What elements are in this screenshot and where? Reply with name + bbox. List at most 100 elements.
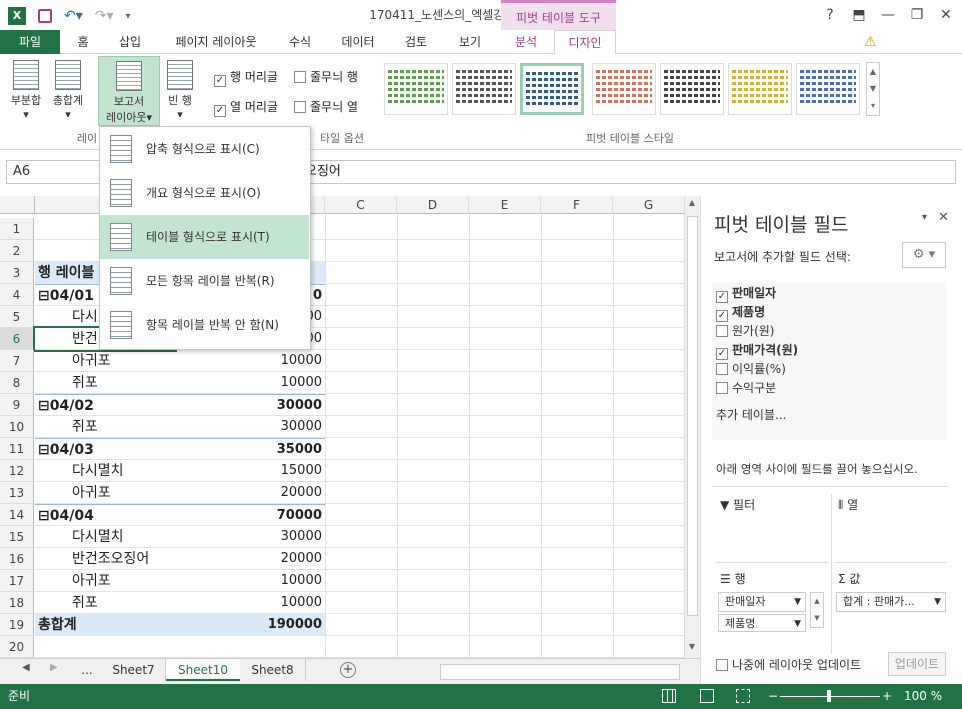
row-header[interactable]: 5 xyxy=(0,306,34,328)
column-header-c[interactable]: C xyxy=(325,196,397,214)
subtotal-button[interactable]: 부분합 ▾ xyxy=(6,60,46,121)
field-checkbox[interactable]: 이익률(%) xyxy=(716,360,786,377)
cell-a[interactable]: ⊟04/04 xyxy=(35,504,175,526)
row-header[interactable]: 13 xyxy=(0,482,34,504)
tab-analyze[interactable]: 분석 xyxy=(506,30,546,54)
row-header[interactable]: 9 xyxy=(0,394,34,416)
banded-rows-checkbox[interactable]: 줄무늬 행 xyxy=(294,68,358,85)
row-header[interactable]: 1 xyxy=(0,218,34,240)
field-checkbox[interactable]: 수익구분 xyxy=(716,379,776,396)
cell-b[interactable]: 10000 xyxy=(175,570,325,592)
pivot-style-orange[interactable] xyxy=(592,63,656,115)
row-header[interactable]: 18 xyxy=(0,592,34,614)
normal-view-icon[interactable] xyxy=(662,689,676,703)
blank-rows-button[interactable]: 빈 행 ▾ xyxy=(164,60,196,121)
cell-b[interactable]: 30000 xyxy=(175,526,325,548)
cell-a[interactable]: ⊟04/03 xyxy=(35,438,175,460)
column-header-d[interactable]: D xyxy=(397,196,469,214)
rows-area-scroll[interactable]: ▲ ▼ xyxy=(810,592,824,628)
value-field-sum-price[interactable]: 합계 : 판매가... ▼ xyxy=(836,592,946,612)
cell-b[interactable]: 20000 xyxy=(175,482,325,504)
row-header[interactable]: 11 xyxy=(0,438,34,460)
cell-b[interactable]: 30000 xyxy=(175,394,325,416)
pane-close-icon[interactable]: ✕ xyxy=(938,210,949,225)
cell-a[interactable]: 쥐포 xyxy=(35,372,175,394)
tab-home[interactable]: 홈 xyxy=(68,30,98,54)
report-layout-option[interactable]: 개요 형식으로 표시(O) xyxy=(100,171,309,215)
row-header[interactable]: 4 xyxy=(0,284,34,306)
save-icon[interactable] xyxy=(38,9,52,23)
cell-a[interactable]: 쥐포 xyxy=(35,592,175,614)
cell-b[interactable]: 20000 xyxy=(175,548,325,570)
field-checkbox[interactable]: ✓ 판매일자 xyxy=(716,284,776,303)
cell-a[interactable]: 아귀포 xyxy=(35,482,175,504)
zoom-out-icon[interactable]: − xyxy=(768,684,778,709)
add-sheet-button[interactable]: + xyxy=(340,662,356,678)
cell-a[interactable]: 총합계 xyxy=(35,614,175,636)
report-layout-option[interactable]: 테이블 형식으로 표시(T) xyxy=(100,215,309,259)
more-sheets[interactable]: ... xyxy=(74,659,100,681)
cell-a[interactable]: 쥐포 xyxy=(35,416,175,438)
cell-b[interactable]: 70000 xyxy=(175,504,325,526)
column-headers-checkbox[interactable]: ✓ 열 머리글 xyxy=(214,98,278,117)
page-layout-view-icon[interactable] xyxy=(700,689,714,703)
restore-button[interactable]: ❐ xyxy=(903,0,931,30)
zoom-level[interactable]: 100 % xyxy=(904,684,942,709)
pane-settings-icon[interactable]: ⚙ ▾ xyxy=(902,242,946,268)
name-box[interactable]: A6 xyxy=(6,160,100,184)
cell-b[interactable]: 190000 xyxy=(175,614,325,636)
sheet-tab-sheet10[interactable]: Sheet10 xyxy=(166,659,240,681)
cell-a[interactable]: ⊟04/02 xyxy=(35,394,175,416)
pivot-style-selected[interactable] xyxy=(520,63,584,115)
cell-b[interactable] xyxy=(175,636,325,658)
defer-update-checkbox[interactable]: 나중에 레이아웃 업데이트 xyxy=(716,656,861,673)
customize-qat-icon[interactable]: ▾ xyxy=(126,11,131,22)
tab-insert[interactable]: 삽입 xyxy=(110,30,150,54)
row-header[interactable]: 15 xyxy=(0,526,34,548)
zoom-slider-thumb[interactable] xyxy=(827,690,831,702)
pivot-style-blue[interactable] xyxy=(796,63,860,115)
row-header[interactable]: 8 xyxy=(0,372,34,394)
row-header[interactable]: 14 xyxy=(0,504,34,526)
page-break-view-icon[interactable] xyxy=(736,689,750,703)
row-header[interactable]: 10 xyxy=(0,416,34,438)
redo-icon[interactable]: ↷▾ xyxy=(95,8,114,24)
column-header-f[interactable]: F xyxy=(541,196,613,214)
row-header[interactable]: 7 xyxy=(0,350,34,372)
row-headers-checkbox[interactable]: ✓ 행 머리글 xyxy=(214,68,278,87)
close-button[interactable]: ✕ xyxy=(932,0,960,30)
cell-b[interactable]: 35000 xyxy=(175,438,325,460)
report-layout-option[interactable]: 항목 레이블 반복 안 함(N) xyxy=(100,303,309,347)
cell-b[interactable]: 10000 xyxy=(175,592,325,614)
row-field-sale-date[interactable]: 판매일자 ▼ xyxy=(718,592,806,612)
field-checkbox[interactable]: ✓ 판매가격(원) xyxy=(716,341,798,360)
undo-icon[interactable]: ↶▾ xyxy=(64,8,83,24)
cell-a[interactable]: 반건조오징어 xyxy=(35,548,175,570)
ribbon-display-button[interactable]: ⬒ xyxy=(845,0,873,30)
pivot-style-green[interactable] xyxy=(384,63,448,115)
pane-options-icon[interactable]: ▾ xyxy=(922,212,927,223)
field-checkbox[interactable]: 원가(원) xyxy=(716,322,774,339)
tab-page-layout[interactable]: 페이지 레이아웃 xyxy=(162,30,270,54)
tab-view[interactable]: 보기 xyxy=(450,30,490,54)
update-button[interactable]: 업데이트 xyxy=(888,652,946,676)
cell-a[interactable]: 다시멸치 xyxy=(35,460,175,482)
tab-file[interactable]: 파일 xyxy=(0,30,60,54)
pivot-style-gold[interactable] xyxy=(728,63,792,115)
row-field-product[interactable]: 제품명 ▼ xyxy=(718,614,806,632)
report-layout-option[interactable]: 압축 형식으로 표시(C) xyxy=(100,127,309,171)
report-layout-option[interactable]: 모든 항목 레이블 반복(R) xyxy=(100,259,309,303)
cell-b[interactable]: 10000 xyxy=(175,372,325,394)
column-header-e[interactable]: E xyxy=(469,196,541,214)
field-checkbox[interactable]: ✓ 제품명 xyxy=(716,303,765,322)
cell-b[interactable]: 15000 xyxy=(175,460,325,482)
style-gallery-scroll[interactable]: ▲ ▼ ▾ xyxy=(866,62,880,116)
column-header-g[interactable]: G xyxy=(613,196,685,214)
vertical-scroll-thumb[interactable] xyxy=(687,216,698,616)
help-button[interactable]: ? xyxy=(816,0,844,30)
tab-design[interactable]: 디자인 xyxy=(554,30,616,55)
sheet-tab-sheet8[interactable]: Sheet8 xyxy=(240,659,306,681)
grand-total-button[interactable]: 총합계 ▾ xyxy=(48,60,88,121)
row-header[interactable]: 3 xyxy=(0,262,34,284)
cell-a[interactable]: 다시멸치 xyxy=(35,526,175,548)
